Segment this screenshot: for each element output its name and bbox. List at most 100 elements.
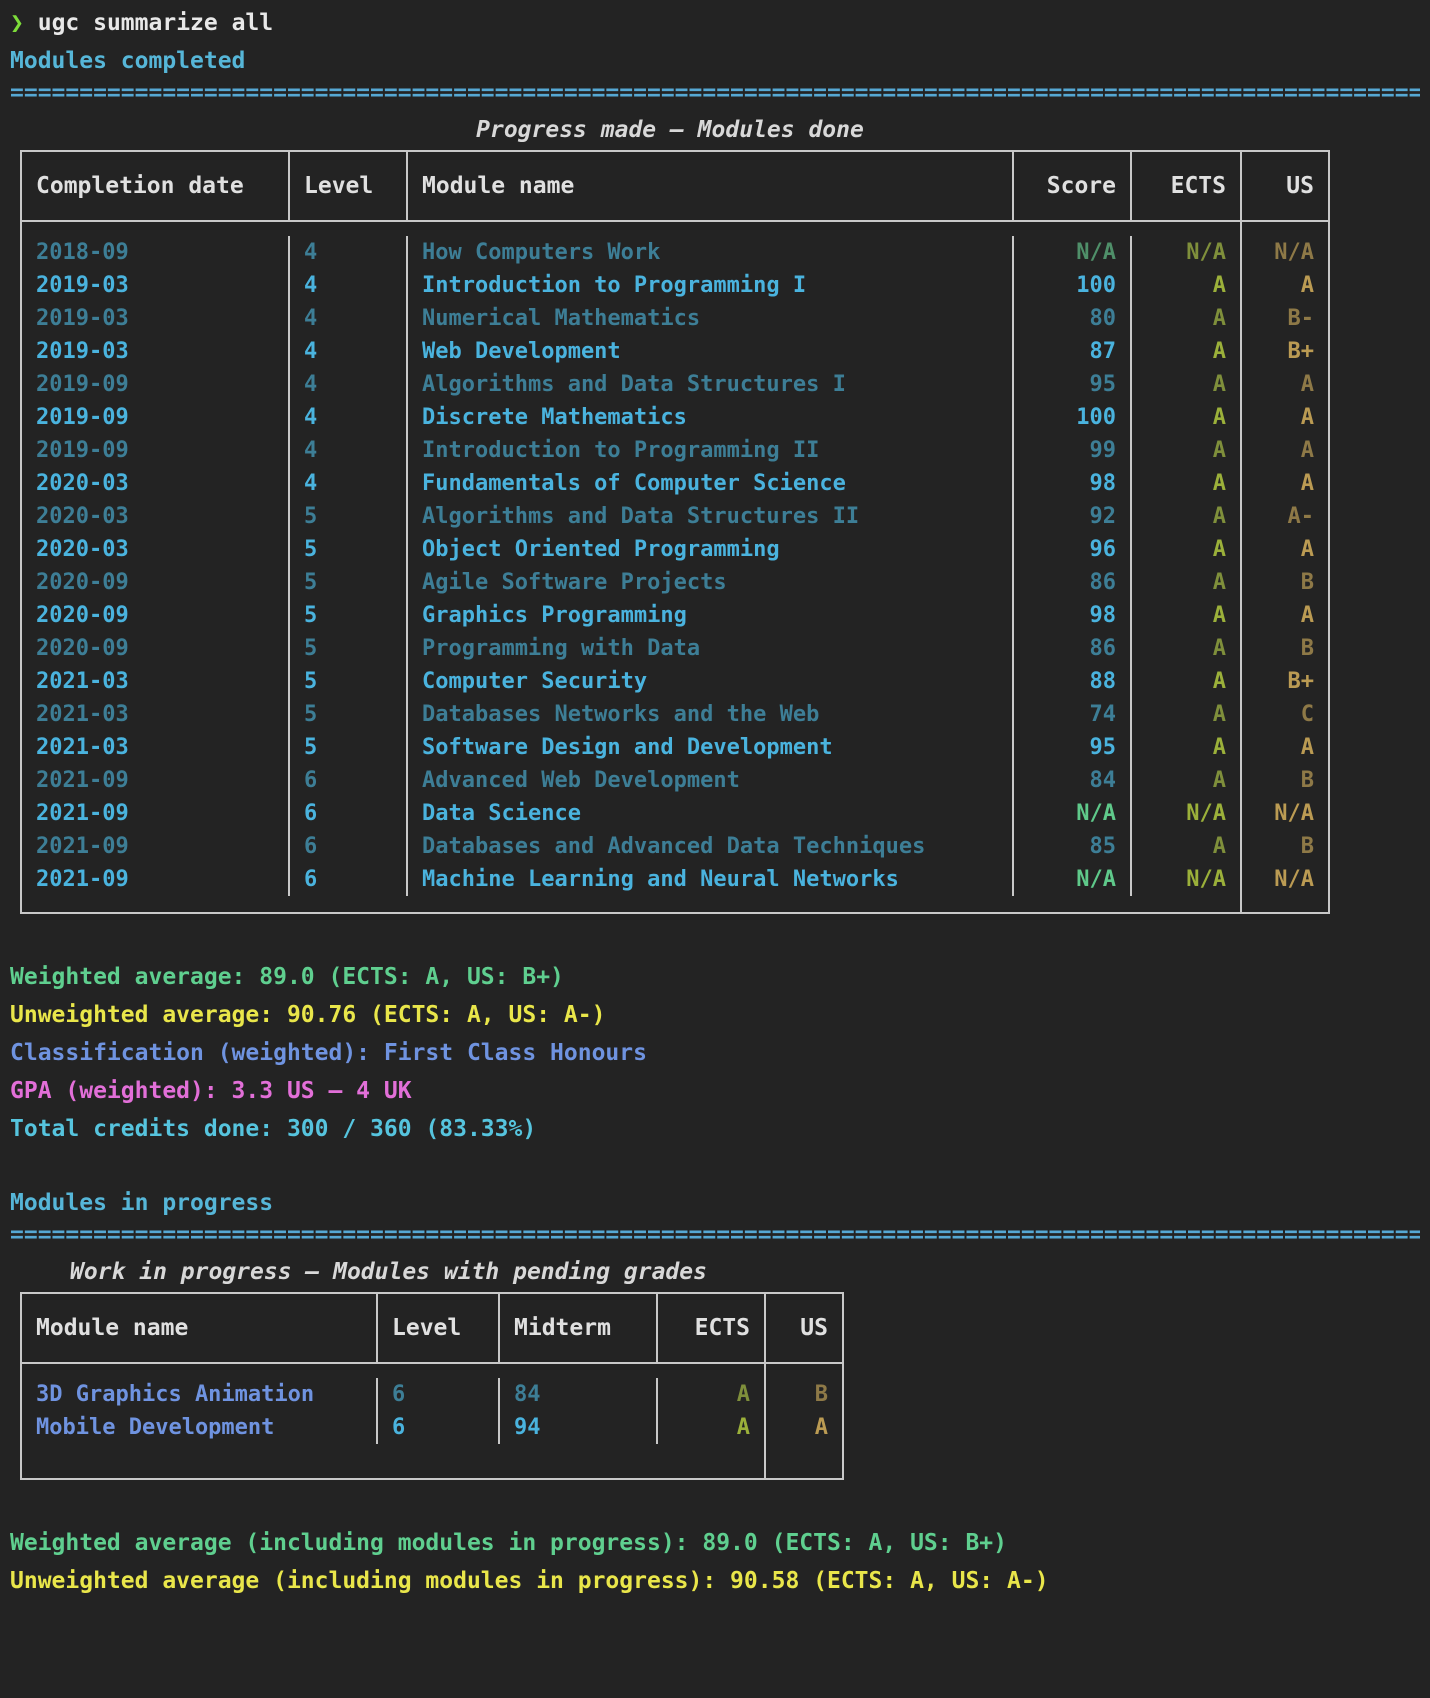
cell-us: A [1242, 434, 1328, 467]
cell-completion-date: 2020-09 [22, 599, 290, 632]
cell-module-name: Discrete Mathematics [408, 401, 1014, 434]
cell-us: A [1242, 269, 1328, 302]
table-caption-completed: Progress made — Modules done [10, 110, 1330, 150]
column-header-completion-date: Completion date [22, 152, 290, 222]
cell-level: 4 [290, 302, 408, 335]
summary-gpa: GPA (weighted): 3.3 US — 4 UK [10, 1072, 1420, 1110]
cell-score: 96 [1014, 533, 1132, 566]
column-header-progress-midterm: Midterm [500, 1294, 658, 1364]
table-row: 2021-096Data ScienceN/AN/AN/A [22, 797, 1328, 830]
cell-completion-date: 2020-03 [22, 467, 290, 500]
cell-progress-level: 6 [378, 1411, 500, 1444]
cell-progress-midterm: 94 [500, 1411, 658, 1444]
table-row: 2019-034Introduction to Programming I100… [22, 269, 1328, 302]
completed-table-header: Completion date Level Module name Score … [22, 152, 1328, 222]
cell-us: B [1242, 566, 1328, 599]
cell-ects: A [1132, 830, 1242, 863]
cell-module-name: Graphics Programming [408, 599, 1014, 632]
column-header-level: Level [290, 152, 408, 222]
table-row: Mobile Development694AA [22, 1411, 842, 1444]
cell-score: 80 [1014, 302, 1132, 335]
cell-ects: A [1132, 665, 1242, 698]
table-row: 2020-035Object Oriented Programming96AA [22, 533, 1328, 566]
column-header-progress-ects: ECTS [658, 1294, 766, 1364]
cell-ects: A [1132, 533, 1242, 566]
column-header-progress-level: Level [378, 1294, 500, 1364]
table-row: 2021-035Databases Networks and the Web74… [22, 698, 1328, 731]
cell-us: A- [1242, 500, 1328, 533]
cell-module-name: Databases Networks and the Web [408, 698, 1014, 731]
cell-ects: A [1132, 368, 1242, 401]
cell-ects: A [1132, 566, 1242, 599]
cell-level: 4 [290, 401, 408, 434]
cell-level: 5 [290, 698, 408, 731]
cell-module-name: How Computers Work [408, 236, 1014, 269]
cell-module-name: Programming with Data [408, 632, 1014, 665]
completed-modules-table: Completion date Level Module name Score … [20, 150, 1330, 914]
prompt-line: ❯ ugc summarize all [10, 4, 1420, 42]
cell-level: 4 [290, 467, 408, 500]
cell-module-name: Numerical Mathematics [408, 302, 1014, 335]
cell-completion-date: 2018-09 [22, 236, 290, 269]
cell-us: A [1242, 599, 1328, 632]
table-caption-in-progress: Work in progress — Modules with pending … [10, 1252, 1420, 1292]
cell-level: 6 [290, 863, 408, 896]
cell-ects: N/A [1132, 797, 1242, 830]
in-progress-table-body: 3D Graphics Animation684ABMobile Develop… [22, 1364, 842, 1478]
command-text: ugc summarize all [38, 10, 273, 36]
cell-module-name: Algorithms and Data Structures II [408, 500, 1014, 533]
summary-weighted-average: Weighted average: 89.0 (ECTS: A, US: B+) [10, 958, 1420, 996]
cell-us: A [1242, 467, 1328, 500]
table-row: 2021-096Databases and Advanced Data Tech… [22, 830, 1328, 863]
cell-completion-date: 2020-09 [22, 566, 290, 599]
table-row: 2020-035Algorithms and Data Structures I… [22, 500, 1328, 533]
cell-completion-date: 2020-03 [22, 533, 290, 566]
table-row: 2019-034Numerical Mathematics80AB- [22, 302, 1328, 335]
cell-level: 5 [290, 632, 408, 665]
table-row: 2019-034Web Development87AB+ [22, 335, 1328, 368]
cell-ects: A [1132, 632, 1242, 665]
cell-ects: A [1132, 731, 1242, 764]
cell-us: N/A [1242, 236, 1328, 269]
table-row: 2019-094Introduction to Programming II99… [22, 434, 1328, 467]
cell-score: 86 [1014, 566, 1132, 599]
table-row: 2020-095Graphics Programming98AA [22, 599, 1328, 632]
column-header-ects: ECTS [1132, 152, 1242, 222]
cell-completion-date: 2021-03 [22, 665, 290, 698]
cell-module-name: Data Science [408, 797, 1014, 830]
cell-module-name: Algorithms and Data Structures I [408, 368, 1014, 401]
cell-module-name: Introduction to Programming II [408, 434, 1014, 467]
table-top-padding [22, 222, 1328, 236]
cell-ects: A [1132, 698, 1242, 731]
cell-level: 5 [290, 665, 408, 698]
cell-score: 95 [1014, 368, 1132, 401]
column-header-module-name: Module name [408, 152, 1014, 222]
column-header-progress-us: US [766, 1294, 842, 1364]
cell-score: 98 [1014, 599, 1132, 632]
cell-progress-us: A [766, 1411, 842, 1444]
cell-completion-date: 2019-09 [22, 401, 290, 434]
cell-score: 98 [1014, 467, 1132, 500]
cell-level: 6 [290, 764, 408, 797]
table-row: 2019-094Algorithms and Data Structures I… [22, 368, 1328, 401]
cell-completion-date: 2019-09 [22, 368, 290, 401]
table-row: 2020-095Agile Software Projects86AB [22, 566, 1328, 599]
cell-progress-us: B [766, 1378, 842, 1411]
cell-module-name: Advanced Web Development [408, 764, 1014, 797]
terminal-output: ❯ ugc summarize all Modules completed ==… [0, 4, 1430, 1600]
cell-score: 74 [1014, 698, 1132, 731]
cell-us: A [1242, 731, 1328, 764]
cell-score: 88 [1014, 665, 1132, 698]
cell-us: B- [1242, 302, 1328, 335]
cell-module-name: Object Oriented Programming [408, 533, 1014, 566]
cell-score: N/A [1014, 863, 1132, 896]
cell-score: N/A [1014, 236, 1132, 269]
section-heading-completed: Modules completed [10, 42, 1420, 80]
cell-module-name: Introduction to Programming I [408, 269, 1014, 302]
cell-level: 6 [290, 830, 408, 863]
cell-level: 4 [290, 434, 408, 467]
in-progress-modules-table: Module name Level Midterm ECTS US 3D Gra… [20, 1292, 844, 1480]
cell-us: N/A [1242, 863, 1328, 896]
cell-us: C [1242, 698, 1328, 731]
cell-ects: A [1132, 599, 1242, 632]
